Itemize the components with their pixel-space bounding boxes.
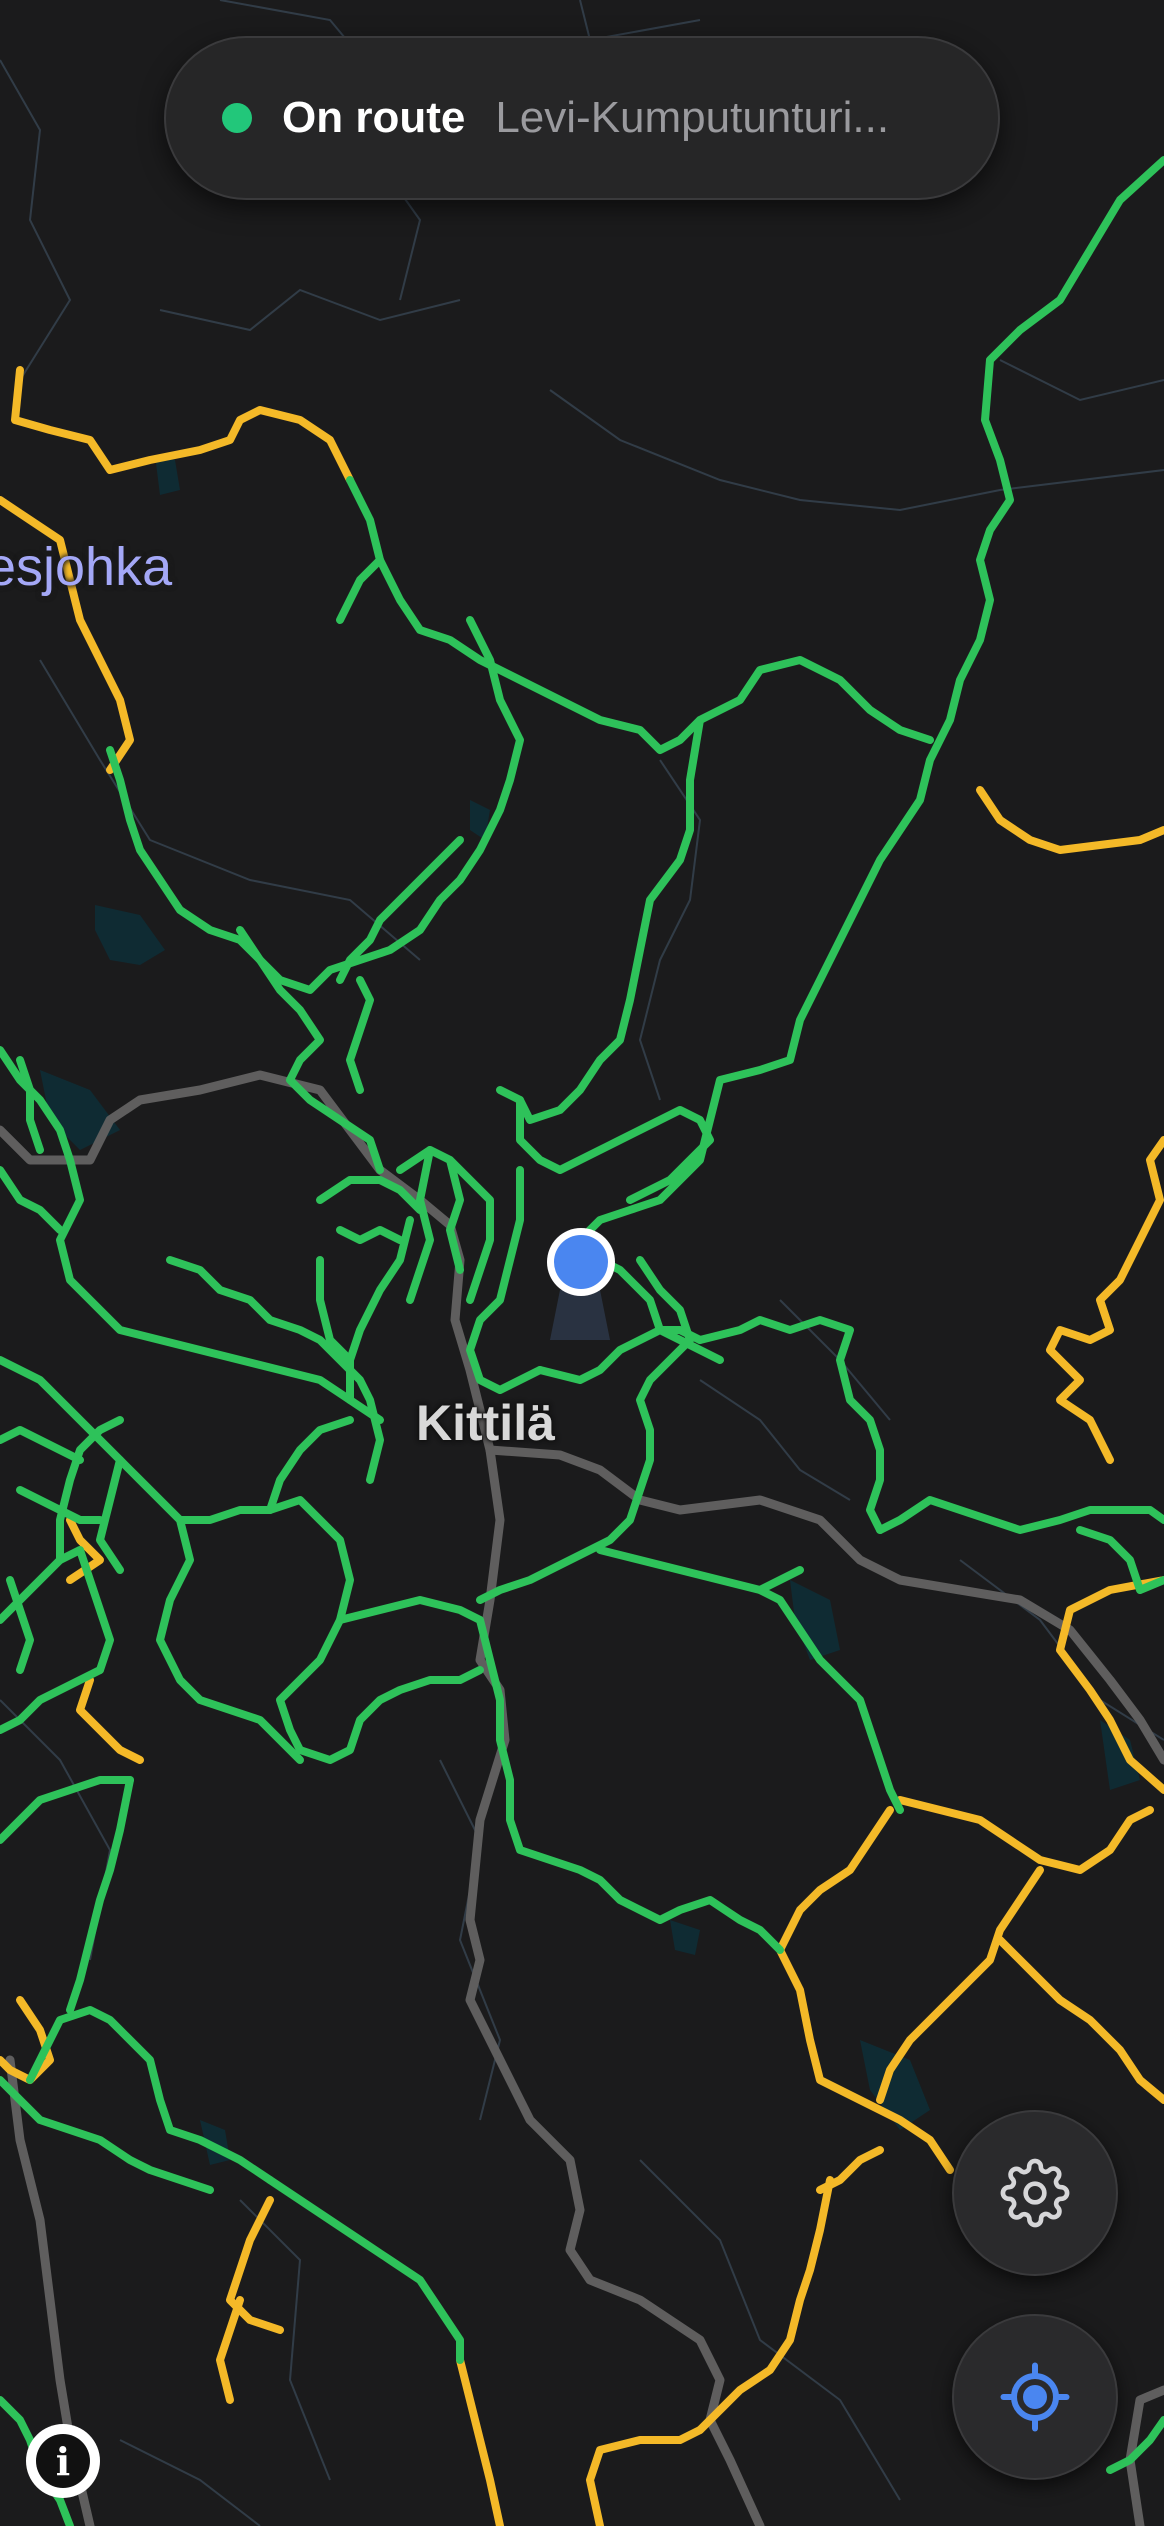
- route-name: Levi-Kumputunturi...: [495, 93, 890, 142]
- recenter-location-button[interactable]: [952, 2314, 1118, 2480]
- status-label: On route: [282, 93, 466, 142]
- settings-button[interactable]: [952, 2110, 1118, 2276]
- map-screen: esjohka Kittilä On route Levi-Kumputuntu…: [0, 0, 1164, 2526]
- info-icon: i: [36, 2434, 90, 2488]
- user-location-marker: [547, 1228, 615, 1340]
- place-label-water: esjohka: [0, 537, 173, 597]
- place-label-town: Kittilä: [416, 1395, 555, 1451]
- gear-icon: [1000, 2158, 1070, 2228]
- crosshair-icon: [1000, 2362, 1070, 2432]
- route-status-pill[interactable]: On route Levi-Kumputunturi...: [164, 36, 1000, 200]
- map-attribution-info-button[interactable]: i: [26, 2424, 100, 2498]
- status-indicator-dot: [222, 103, 252, 133]
